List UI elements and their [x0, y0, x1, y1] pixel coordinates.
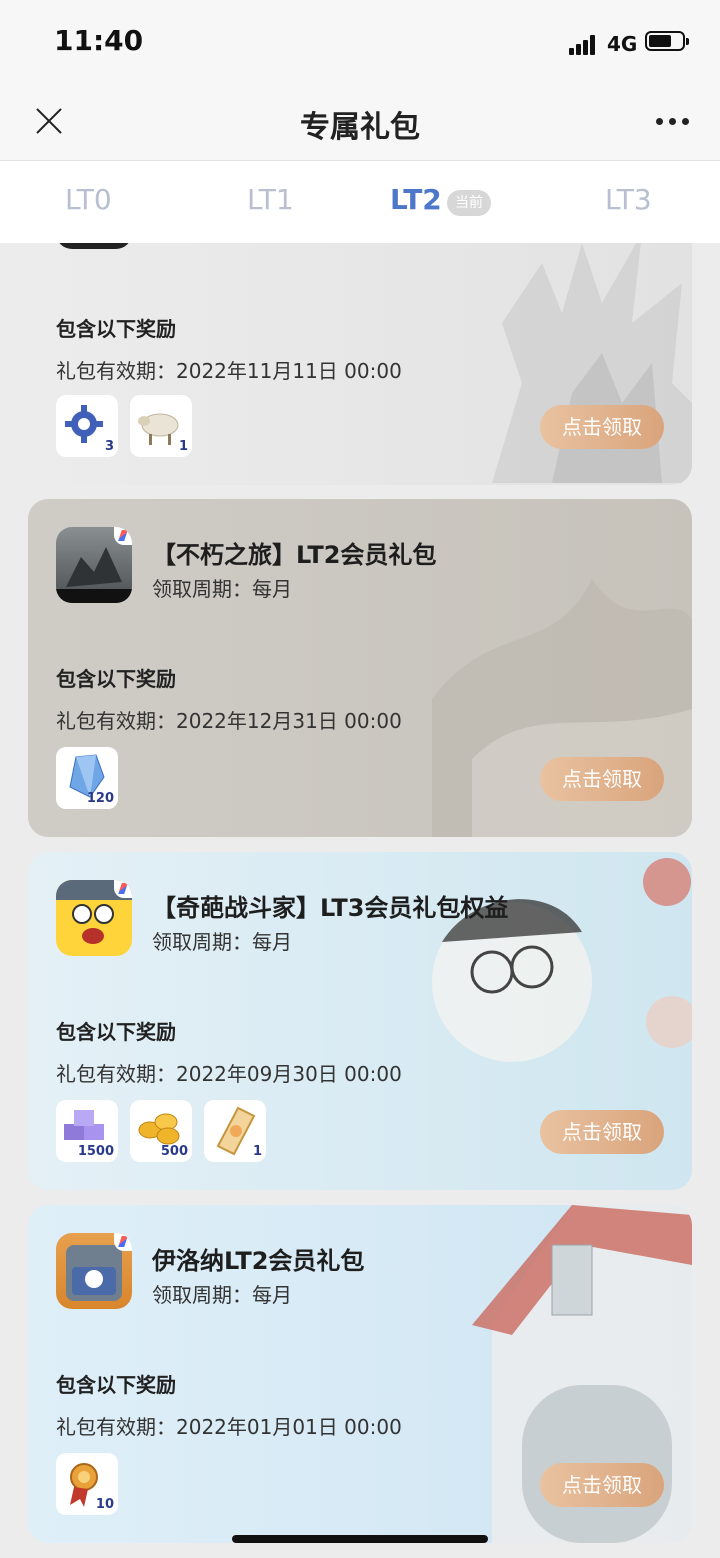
reward-heading: 包含以下奖励	[56, 667, 176, 691]
claim-button[interactable]: 点击领取	[540, 1463, 664, 1507]
validity-text: 礼包有效期：2022年12月31日 00:00	[56, 709, 402, 733]
reward-item: 1	[130, 395, 192, 457]
gift-list: 包含以下奖励 礼包有效期：2022年11月11日 00:00 3 1 点击领取	[0, 243, 720, 1558]
gift-title: 【不朽之旅】LT2会员礼包	[152, 541, 437, 569]
app-badge-icon	[114, 527, 132, 545]
game-icon	[56, 243, 132, 249]
claim-cycle: 领取周期：每月	[152, 930, 292, 954]
gift-card: 包含以下奖励 礼包有效期：2022年11月11日 00:00 3 1 点击领取	[28, 243, 692, 485]
gift-card: 【奇葩战斗家】LT3会员礼包权益 领取周期：每月 包含以下奖励 礼包有效期：20…	[28, 852, 692, 1190]
reward-item: 1500	[56, 1100, 118, 1162]
claim-cycle: 领取周期：每月	[152, 1283, 292, 1307]
level-tabs: LT0 LT1 LT2 LT3	[0, 161, 720, 243]
reward-item: 10	[56, 1453, 118, 1515]
battery-icon	[645, 31, 689, 51]
gift-title: 伊洛纳LT2会员礼包	[152, 1247, 365, 1275]
gift-title: 【奇葩战斗家】LT3会员礼包权益	[152, 894, 509, 922]
game-icon	[56, 1233, 132, 1309]
reward-count: 10	[95, 1497, 114, 1512]
more-icon[interactable]	[652, 118, 692, 128]
validity-text: 礼包有效期：2022年11月11日 00:00	[56, 359, 402, 383]
tab-lt1[interactable]: LT1	[247, 183, 294, 216]
reward-heading: 包含以下奖励	[56, 1020, 176, 1044]
tab-lt2[interactable]: LT2	[390, 183, 442, 216]
nav-bar: 专属礼包	[0, 86, 720, 161]
claim-button[interactable]: 点击领取	[540, 405, 664, 449]
tab-lt0[interactable]: LT0	[65, 183, 112, 216]
gift-card: 【不朽之旅】LT2会员礼包 领取周期：每月 包含以下奖励 礼包有效期：2022年…	[28, 499, 692, 837]
reward-count: 120	[86, 791, 114, 806]
validity-text: 礼包有效期：2022年09月30日 00:00	[56, 1062, 402, 1086]
gift-card: 伊洛纳LT2会员礼包 领取周期：每月 包含以下奖励 礼包有效期：2022年01月…	[28, 1205, 692, 1543]
status-time: 11:40	[54, 24, 144, 57]
reward-count: 3	[104, 439, 114, 454]
signal-icon	[569, 33, 599, 55]
reward-count: 1	[178, 439, 188, 454]
reward-count: 1500	[77, 1144, 114, 1159]
claim-button[interactable]: 点击领取	[540, 1110, 664, 1154]
reward-item: 3	[56, 395, 118, 457]
network-type: 4G	[607, 32, 638, 56]
reward-item: 500	[130, 1100, 192, 1162]
claim-button[interactable]: 点击领取	[540, 757, 664, 801]
reward-count: 1	[252, 1144, 262, 1159]
status-bar: 11:40 4G	[0, 0, 720, 86]
game-icon	[56, 527, 132, 603]
home-indicator	[232, 1535, 488, 1543]
claim-cycle: 领取周期：每月	[152, 577, 292, 601]
reward-heading: 包含以下奖励	[56, 317, 176, 341]
reward-item: 120	[56, 747, 118, 809]
app-badge-icon	[114, 880, 132, 898]
page-title: 专属礼包	[300, 110, 420, 145]
reward-item: 1	[204, 1100, 266, 1162]
game-icon	[56, 880, 132, 956]
validity-text: 礼包有效期：2022年01月01日 00:00	[56, 1415, 402, 1439]
current-badge: 当前	[447, 190, 491, 216]
reward-count: 500	[160, 1144, 188, 1159]
app-badge-icon	[114, 1233, 132, 1251]
reward-heading: 包含以下奖励	[56, 1373, 176, 1397]
tab-lt3[interactable]: LT3	[605, 183, 652, 216]
